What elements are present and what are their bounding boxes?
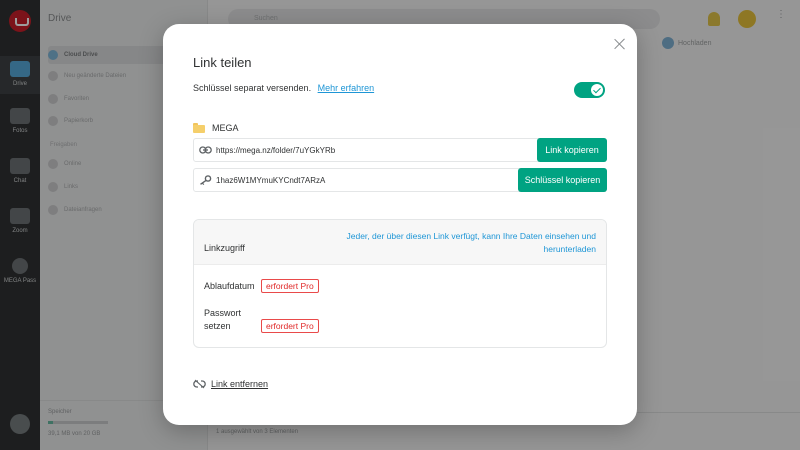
copy-key-button[interactable]: Schlüssel kopieren — [518, 168, 607, 192]
learn-more-link[interactable]: Mehr erfahren — [318, 83, 375, 93]
close-icon[interactable] — [613, 37, 627, 51]
key-icon — [200, 175, 212, 185]
remove-link-button[interactable]: Link entfernen — [193, 378, 268, 390]
password-pro-badge[interactable]: erfordert Pro — [261, 319, 319, 333]
separate-key-toggle[interactable] — [574, 82, 605, 98]
copy-link-button[interactable]: Link kopieren — [537, 138, 607, 162]
folder-icon — [193, 123, 205, 133]
separate-key-label: Schlüssel separat versenden. — [193, 83, 312, 93]
link-icon — [199, 146, 212, 154]
share-link-dialog: Link teilen Schlüssel separat versenden.… — [163, 24, 637, 425]
remove-link-label: Link entfernen — [211, 379, 269, 389]
check-icon — [591, 84, 603, 96]
separate-key-row: Schlüssel separat versenden. Mehr erfahr… — [193, 83, 374, 93]
link-access-label: Linkzugriff — [204, 243, 245, 253]
expiry-label: Ablaufdatum — [204, 281, 255, 291]
folder-row: MEGA — [193, 121, 239, 135]
folder-name: MEGA — [212, 123, 239, 133]
dialog-title: Link teilen — [193, 55, 252, 70]
password-label: Passwort setzen — [204, 308, 242, 331]
unlink-icon — [193, 379, 206, 389]
link-access-description: Jeder, der über diesen Link verfügt, kan… — [346, 231, 596, 254]
key-field[interactable]: 1haz6W1MYmuKYCndt7ARzA Schlüssel kopiere… — [193, 168, 607, 192]
key-value: 1haz6W1MYmuKYCndt7ARzA — [216, 176, 326, 185]
link-field[interactable]: https://mega.nz/folder/7uYGkYRb Link kop… — [193, 138, 607, 162]
link-access-panel: Linkzugriff Jeder, der über diesen Link … — [193, 219, 607, 348]
link-url: https://mega.nz/folder/7uYGkYRb — [216, 146, 336, 155]
link-access-header: Linkzugriff Jeder, der über diesen Link … — [194, 220, 606, 265]
expiry-pro-badge[interactable]: erfordert Pro — [261, 279, 319, 293]
